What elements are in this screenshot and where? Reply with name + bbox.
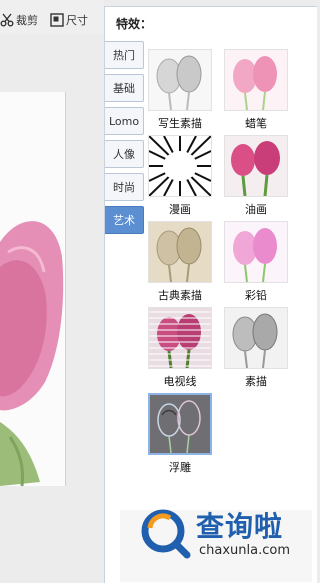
size-tool[interactable]: 尺寸: [50, 12, 88, 28]
scissors-icon: [0, 13, 14, 27]
watermark-url: chaxunla.com: [199, 543, 290, 558]
effect-thumbnail-selected: [148, 393, 212, 455]
effect-label: 浮雕: [169, 461, 191, 474]
effect-crayon[interactable]: 蜡笔: [223, 49, 289, 130]
size-label: 尺寸: [66, 14, 88, 27]
effect-thumbnail: [148, 49, 212, 111]
tab-basic[interactable]: 基础: [105, 74, 144, 102]
effects-panel: 特效： 热门 基础 Lomo 人像 时尚 艺术 写生素描 蜡笔 漫画 油画 古典…: [104, 6, 317, 583]
effect-label: 素描: [245, 375, 267, 388]
magnifier-logo-icon: [141, 509, 191, 559]
effect-label: 写生素描: [158, 117, 202, 130]
resize-icon: [50, 13, 64, 27]
photo-preview: [0, 92, 66, 486]
effect-thumbnail: [224, 307, 288, 369]
tab-fashion[interactable]: 时尚: [105, 173, 144, 201]
effect-emboss[interactable]: 浮雕: [147, 393, 213, 474]
effect-thumbnail: [148, 221, 212, 283]
tab-hot[interactable]: 热门: [105, 41, 144, 69]
effect-color-pencil[interactable]: 彩铅: [223, 221, 289, 302]
tab-lomo[interactable]: Lomo: [105, 107, 144, 135]
crop-tool[interactable]: 裁剪: [0, 12, 38, 28]
effect-thumbnail: [224, 135, 288, 197]
effect-thumbnail: [224, 49, 288, 111]
tab-art[interactable]: 艺术: [105, 206, 144, 234]
category-tabs: 热门 基础 Lomo 人像 时尚 艺术: [105, 41, 145, 239]
effect-thumbnail: [224, 221, 288, 283]
effect-label: 古典素描: [158, 289, 202, 302]
effect-thumbnail: [148, 307, 212, 369]
effect-comic[interactable]: 漫画: [147, 135, 213, 216]
effect-label: 电视线: [163, 375, 197, 388]
effect-gray-sketch[interactable]: 素描: [223, 307, 289, 388]
effect-label: 彩铅: [245, 289, 267, 302]
effect-sketch[interactable]: 写生素描: [147, 49, 213, 130]
panel-title: 特效：: [116, 17, 153, 31]
effect-label: 漫画: [169, 203, 191, 216]
effect-label: 蜡笔: [245, 117, 267, 130]
tab-portrait[interactable]: 人像: [105, 140, 144, 168]
crop-label: 裁剪: [16, 14, 38, 27]
effect-classic-sketch[interactable]: 古典素描: [147, 221, 213, 302]
tulip-photo: [0, 92, 65, 486]
toolbar: 裁剪 尺寸: [0, 0, 104, 34]
watermark-brand: 查询啦: [196, 510, 284, 543]
effect-tv-lines[interactable]: 电视线: [147, 307, 213, 388]
effect-label: 油画: [245, 203, 267, 216]
effect-oil[interactable]: 油画: [223, 135, 289, 216]
effect-thumbnail: [148, 135, 212, 197]
